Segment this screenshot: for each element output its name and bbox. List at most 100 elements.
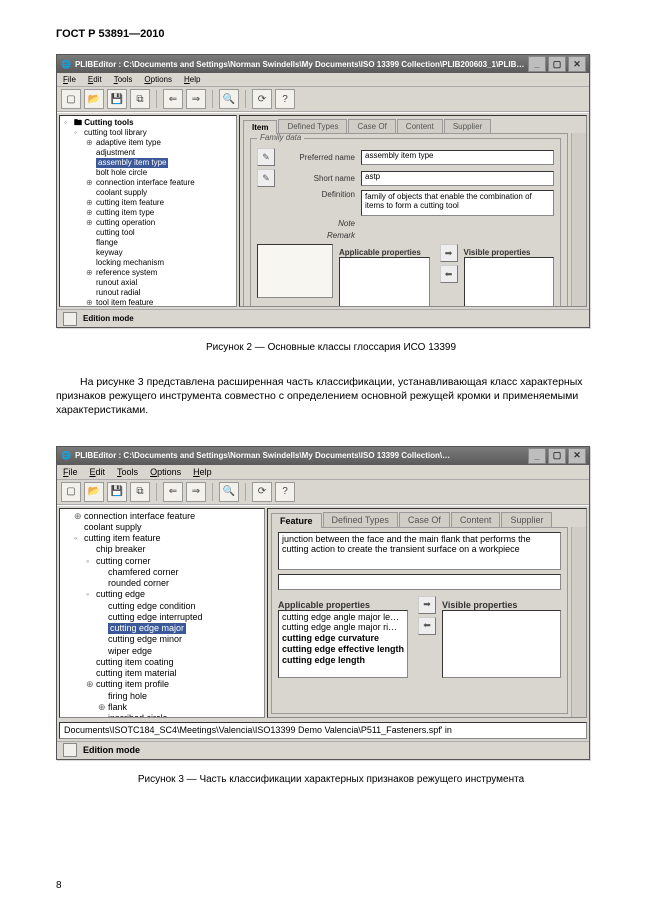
tree-item[interactable]: bolt hole circle xyxy=(64,168,234,178)
tree-item[interactable]: ◦cutting corner xyxy=(64,556,262,567)
tree-item[interactable]: cutting item material xyxy=(64,668,262,679)
tab-feature[interactable]: Feature xyxy=(271,513,322,528)
tree-item[interactable]: runout radial xyxy=(64,288,234,298)
short-name-field[interactable]: astp xyxy=(361,171,554,186)
minimize-button[interactable]: _ xyxy=(528,56,546,72)
find-icon[interactable]: 🔍 xyxy=(219,89,239,109)
tree-item[interactable]: locking mechanism xyxy=(64,258,234,268)
list-item[interactable]: cutting edge curvature xyxy=(282,633,404,644)
tree-item[interactable]: flange xyxy=(64,238,234,248)
saveall-icon[interactable]: ⧉ xyxy=(130,482,150,502)
forward-icon[interactable]: ⇒ xyxy=(186,89,206,109)
move-right-icon[interactable]: ➡ xyxy=(418,596,436,614)
tree-item[interactable]: cutting edge minor xyxy=(64,634,262,645)
menu-tools[interactable]: Tools xyxy=(117,467,138,477)
save-icon[interactable]: 💾 xyxy=(107,482,127,502)
class-tree[interactable]: ⊕connection interface feature coolant su… xyxy=(59,508,265,718)
tree-item[interactable]: ⊕connection interface feature xyxy=(64,511,262,522)
tree-item[interactable]: ⊕reference system xyxy=(64,268,234,278)
preferred-name-field[interactable]: assembly item type xyxy=(361,150,554,165)
tab-caseof[interactable]: Case Of xyxy=(399,512,450,527)
close-button[interactable]: ✕ xyxy=(568,56,586,72)
tab-content[interactable]: Content xyxy=(451,512,501,527)
menu-help[interactable]: Help xyxy=(193,467,212,477)
class-tree[interactable]: ◦🖿 Cutting tools ◦cutting tool library ⊕… xyxy=(59,115,237,307)
list-item[interactable]: cutting edge length xyxy=(282,655,404,666)
maximize-button[interactable]: ▢ xyxy=(548,448,566,464)
open-icon[interactable]: 📂 xyxy=(84,482,104,502)
tree-item[interactable]: ⊕cutting item type xyxy=(64,208,234,218)
tree-item-selected[interactable]: assembly item type xyxy=(64,158,234,168)
applicable-props-list[interactable]: cutting edge angle major le… cutting edg… xyxy=(278,610,408,678)
list-item[interactable]: cutting edge angle major le… xyxy=(282,612,404,623)
tree-item[interactable]: coolant supply xyxy=(64,522,262,533)
tree-item[interactable]: ⊕adaptive item type xyxy=(64,138,234,148)
open-icon[interactable]: 📂 xyxy=(84,89,104,109)
tab-caseof[interactable]: Case Of xyxy=(348,119,395,133)
tab-defined-types[interactable]: Defined Types xyxy=(323,512,398,527)
new-icon[interactable]: ▢ xyxy=(61,482,81,502)
tree-item[interactable]: rounded corner xyxy=(64,578,262,589)
find-icon[interactable]: 🔍 xyxy=(219,482,239,502)
maximize-button[interactable]: ▢ xyxy=(548,56,566,72)
menu-help[interactable]: Help xyxy=(184,75,200,84)
scrollbar[interactable] xyxy=(571,133,586,307)
definition-field[interactable]: junction between the face and the main f… xyxy=(278,532,561,570)
tree-item[interactable]: wiper edge xyxy=(64,646,262,657)
tree-item[interactable]: ⊕cutting item feature xyxy=(64,198,234,208)
list-item[interactable]: cutting edge angle major ri… xyxy=(282,622,404,633)
menu-file[interactable]: File xyxy=(63,75,76,84)
tree-item[interactable]: coolant supply xyxy=(64,188,234,198)
tree-item[interactable]: keyway xyxy=(64,248,234,258)
tree-item[interactable]: cutting item coating xyxy=(64,657,262,668)
action-icon[interactable]: ✎ xyxy=(257,148,275,166)
blank-field[interactable] xyxy=(278,574,561,590)
definition-field[interactable]: family of objects that enable the combin… xyxy=(361,190,554,216)
tab-defined-types[interactable]: Defined Types xyxy=(278,119,347,133)
tree-item[interactable]: chamfered corner xyxy=(64,567,262,578)
menu-tools[interactable]: Tools xyxy=(114,75,133,84)
tab-content[interactable]: Content xyxy=(397,119,443,133)
tree-item[interactable]: ⊕cutting item profile xyxy=(64,679,262,690)
tree-item[interactable]: ◦cutting tool library xyxy=(64,128,234,138)
tree-item[interactable]: ⊕cutting operation xyxy=(64,218,234,228)
tree-item[interactable]: ⊕flank xyxy=(64,702,262,713)
help-icon[interactable]: ? xyxy=(275,482,295,502)
tree-item[interactable]: chip breaker xyxy=(64,544,262,555)
move-left-icon[interactable]: ⬅ xyxy=(440,265,458,283)
tree-item[interactable]: ⊕connection interface feature xyxy=(64,178,234,188)
tree-item[interactable]: inscribed circle xyxy=(64,713,262,718)
saveall-icon[interactable]: ⧉ xyxy=(130,89,150,109)
tree-item[interactable]: firing hole xyxy=(64,691,262,702)
save-icon[interactable]: 💾 xyxy=(107,89,127,109)
scrollbar[interactable] xyxy=(571,527,586,717)
minimize-button[interactable]: _ xyxy=(528,448,546,464)
back-icon[interactable]: ⇐ xyxy=(163,89,183,109)
refresh-icon[interactable]: ⟳ xyxy=(252,482,272,502)
tab-item[interactable]: Item xyxy=(243,120,277,134)
move-right-icon[interactable]: ➡ xyxy=(440,244,458,262)
tab-supplier[interactable]: Supplier xyxy=(444,119,491,133)
menu-options[interactable]: Options xyxy=(150,467,181,477)
tree-item[interactable]: cutting edge condition xyxy=(64,601,262,612)
menu-file[interactable]: File xyxy=(63,467,78,477)
tree-item[interactable]: ◦cutting item feature xyxy=(64,533,262,544)
move-left-icon[interactable]: ⬅ xyxy=(418,617,436,635)
back-icon[interactable]: ⇐ xyxy=(163,482,183,502)
close-button[interactable]: ✕ xyxy=(568,448,586,464)
tree-item[interactable]: runout axial xyxy=(64,278,234,288)
tree-item[interactable]: cutting edge interrupted xyxy=(64,612,262,623)
new-icon[interactable]: ▢ xyxy=(61,89,81,109)
tree-item[interactable]: adjustment xyxy=(64,148,234,158)
applicable-props-list[interactable] xyxy=(339,257,430,307)
tree-item[interactable]: cutting tool xyxy=(64,228,234,238)
forward-icon[interactable]: ⇒ xyxy=(186,482,206,502)
menu-edit[interactable]: Edit xyxy=(88,75,102,84)
tree-item[interactable]: ⊕tool item feature xyxy=(64,298,234,307)
action-icon[interactable]: ✎ xyxy=(257,169,275,187)
tree-root[interactable]: ◦🖿 Cutting tools xyxy=(64,118,234,128)
visible-props-list[interactable] xyxy=(464,257,555,307)
menu-edit[interactable]: Edit xyxy=(90,467,106,477)
menu-options[interactable]: Options xyxy=(144,75,172,84)
refresh-icon[interactable]: ⟳ xyxy=(252,89,272,109)
